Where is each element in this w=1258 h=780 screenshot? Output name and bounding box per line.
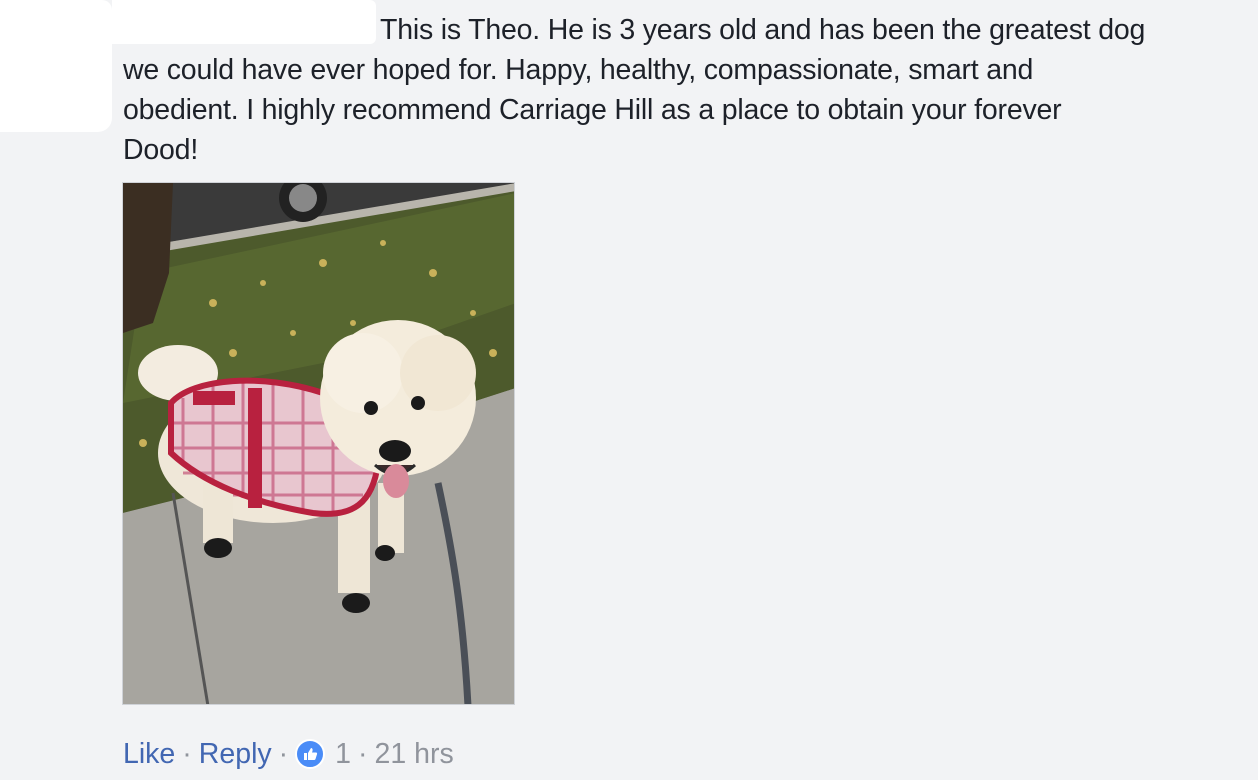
thumbs-up-icon[interactable] (295, 739, 326, 769)
comment-photo[interactable] (122, 182, 515, 705)
comment-actions: Like · Reply · 1 · 21 hrs (123, 734, 454, 774)
separator: · (278, 737, 289, 770)
comment-text-line: obedient. I highly recommend Carriage Hi… (123, 94, 1062, 126)
comment-text-line: This is Theo. He is 3 years old and has … (380, 14, 1146, 46)
reaction-count[interactable]: 1 (335, 738, 351, 771)
comment-text-line: we could have ever hoped for. Happy, hea… (123, 54, 1034, 86)
comment-timestamp[interactable]: 21 hrs (375, 738, 454, 771)
separator: · (358, 737, 368, 770)
reply-link[interactable]: Reply (199, 738, 272, 771)
comment: This is Theo. He is 3 years old and has … (0, 0, 1258, 780)
dog-photo (123, 183, 514, 704)
comment-body: This is Theo. He is 3 years old and has … (123, 10, 1223, 170)
separator: · (182, 737, 192, 770)
comment-text-line: Dood! (123, 134, 199, 166)
like-link[interactable]: Like (123, 738, 175, 771)
redacted-avatar-area (0, 0, 112, 132)
